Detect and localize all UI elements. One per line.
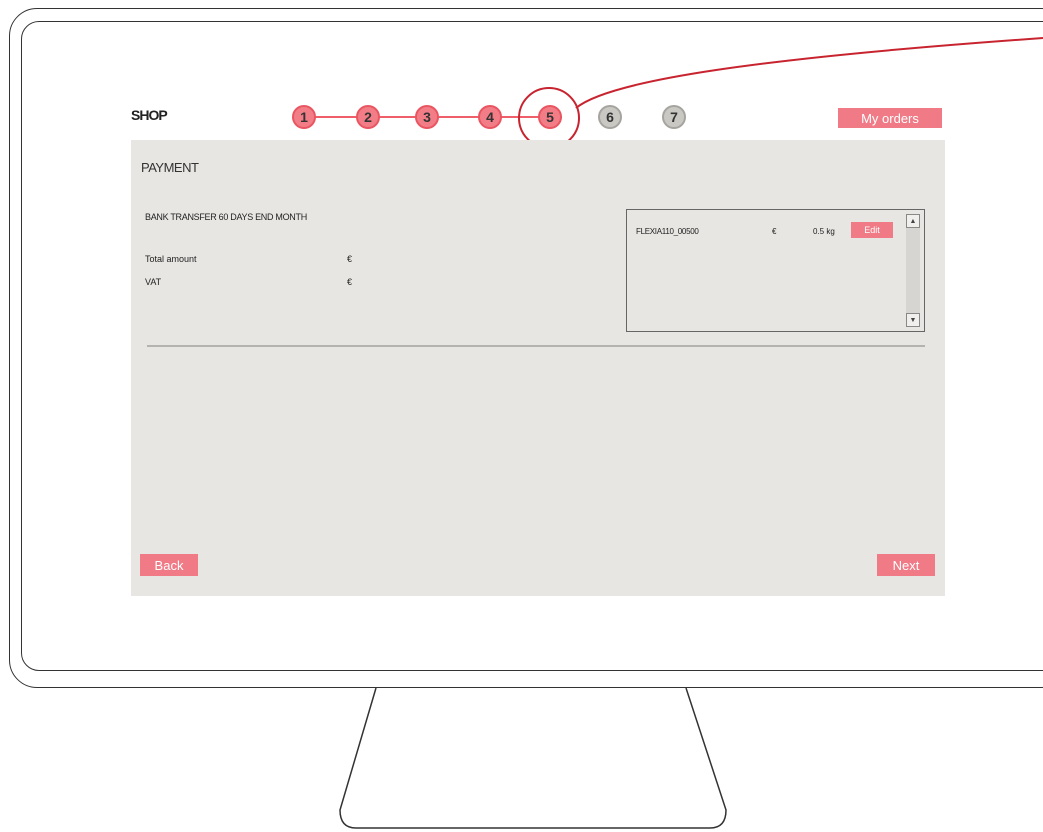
vat-value: € (347, 277, 353, 287)
vat-label: VAT (145, 277, 162, 287)
payment-panel: PAYMENT BANK TRANSFER 60 DAYS END MONTH … (131, 140, 945, 596)
section-title: PAYMENT (141, 160, 199, 175)
my-orders-button[interactable]: My orders (838, 108, 942, 128)
total-amount-value: € (347, 254, 353, 264)
cart-scrollbar[interactable]: ▲ ▼ (906, 214, 920, 327)
scroll-down-icon[interactable]: ▼ (906, 313, 920, 327)
payment-method: BANK TRANSFER 60 DAYS END MONTH (145, 212, 307, 222)
total-amount-label: Total amount (145, 254, 197, 264)
back-button[interactable]: Back (140, 554, 198, 576)
product-price: € (772, 227, 777, 236)
next-button[interactable]: Next (877, 554, 935, 576)
scroll-up-icon[interactable]: ▲ (906, 214, 920, 228)
section-divider (147, 345, 925, 347)
cart-summary-box: FLEXIA110_00500 € 0.5 kg Edit ▲ ▼ (626, 209, 925, 332)
product-code: FLEXIA110_00500 (636, 227, 699, 236)
product-weight: 0.5 kg (813, 227, 835, 236)
edit-item-button[interactable]: Edit (851, 222, 893, 238)
